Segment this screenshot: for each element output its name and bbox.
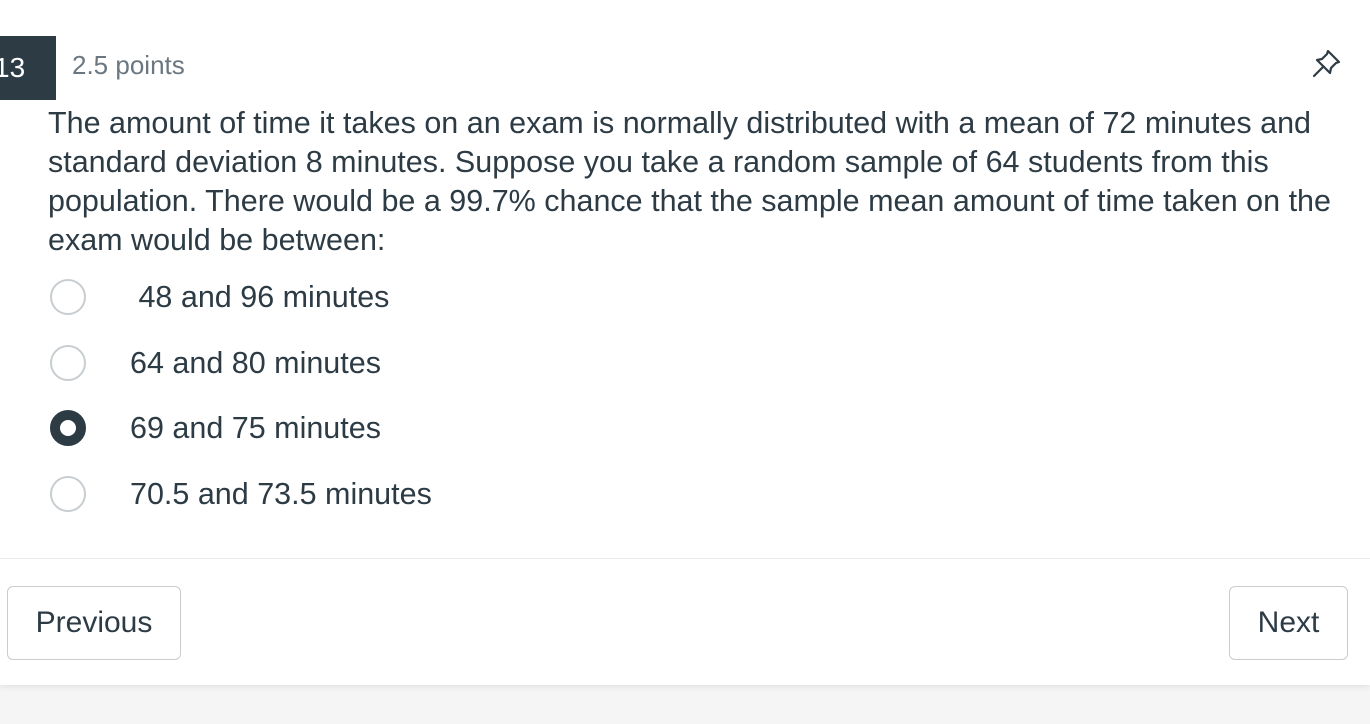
next-button[interactable]: Next [1229,586,1348,660]
answer-label: 70.5 and 73.5 minutes [130,476,432,511]
radio-button[interactable] [50,410,86,446]
answer-label: 48 and 96 minutes [130,280,390,314]
radio-button[interactable] [50,475,86,512]
answer-option[interactable]: 64 and 80 minutes [48,332,948,398]
question-card: 13 2.5 points The amount of time it take… [0,0,1370,685]
answer-label: 64 and 80 minutes [130,345,381,380]
answer-option[interactable]: 70.5 and 73.5 minutes [48,463,948,529]
question-number: 13 [0,52,26,83]
answer-list: 48 and 96 minutes 64 and 80 minutes 69 a… [48,266,948,528]
answer-label: 69 and 75 minutes [130,411,381,445]
answer-option[interactable]: 69 and 75 minutes [48,397,948,463]
divider [0,558,1370,559]
radio-button[interactable] [50,279,86,315]
answer-option[interactable]: 48 and 96 minutes [48,266,948,332]
previous-button[interactable]: Previous [7,586,181,660]
question-text: The amount of time it takes on an exam i… [48,106,1331,257]
radio-button[interactable] [50,344,86,381]
question-points: 2.5 points [72,50,185,80]
question-number-badge: 13 [0,36,56,100]
pin-icon[interactable] [1308,46,1344,82]
